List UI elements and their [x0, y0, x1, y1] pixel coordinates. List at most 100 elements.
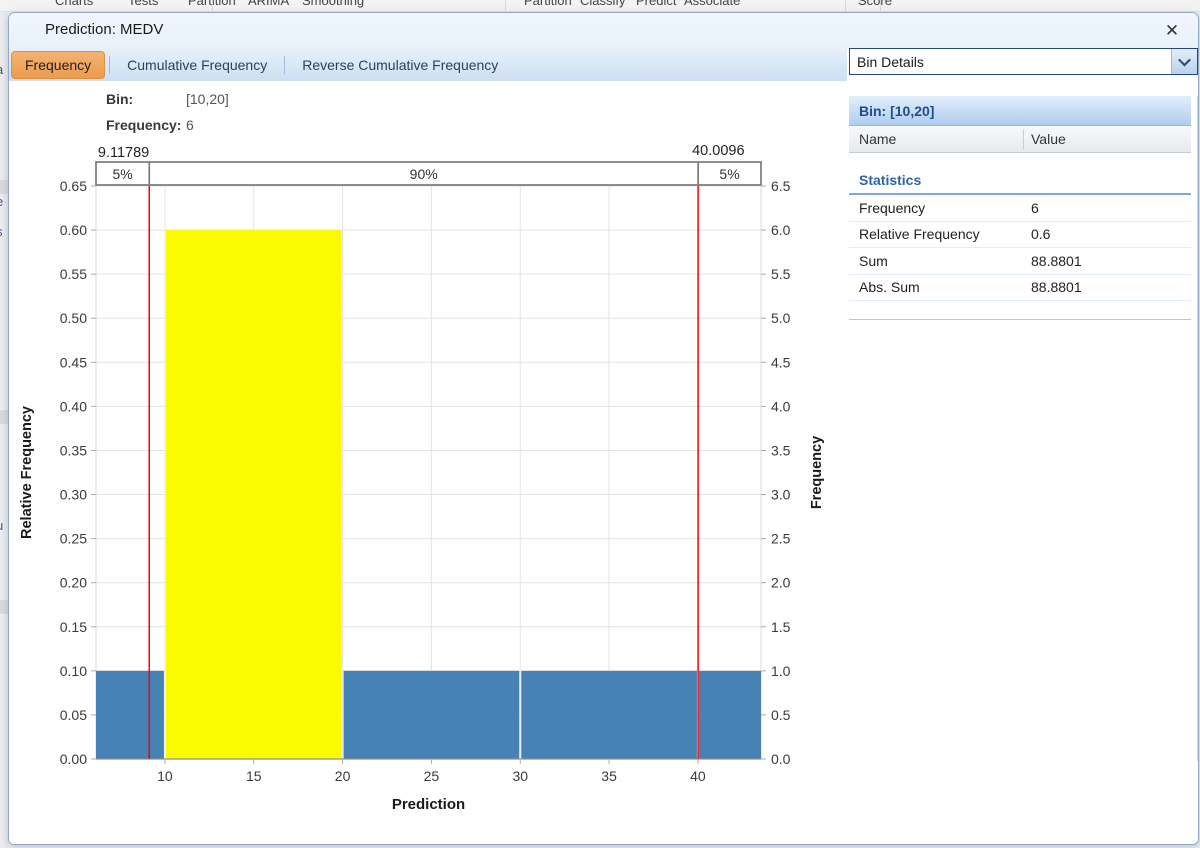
stat-name: Abs. Sum — [849, 279, 1023, 295]
ribbon-label-fragment: Associate — [684, 0, 740, 8]
chart-area: Bin:[10,20] Frequency:6 5%90%5%9.1178940… — [9, 81, 847, 845]
svg-text:0.45: 0.45 — [60, 354, 87, 370]
ribbon-label-fragment: Predict — [636, 0, 676, 8]
percentile-band-segment: 5% — [719, 166, 739, 182]
tab-divider — [109, 56, 110, 74]
tab-frequency[interactable]: Frequency — [11, 51, 105, 79]
svg-text:20: 20 — [335, 768, 351, 784]
svg-text:4.0: 4.0 — [771, 398, 791, 414]
histogram-bar-0-10[interactable] — [96, 671, 164, 759]
bin-details-panel: Bin Details Bin: [10,20] Name Value Stat… — [849, 48, 1199, 828]
svg-text:5.0: 5.0 — [771, 310, 791, 326]
svg-text:0.00: 0.00 — [60, 751, 87, 767]
svg-text:0.40: 0.40 — [60, 398, 87, 414]
ribbon-divider — [212, 0, 213, 12]
right-axis-title: Frequency — [809, 436, 825, 509]
panel-right-edge — [1197, 96, 1198, 761]
panel-mode-dropdown[interactable]: Bin Details — [849, 48, 1198, 75]
column-divider — [1023, 129, 1024, 150]
dialog-title: Prediction: MEDV — [45, 21, 163, 38]
percentile-upper-value: 40.0096 — [692, 143, 744, 159]
ribbon-label-fragment: Partition — [524, 0, 572, 8]
taskpane-text-fragment: u — [0, 518, 3, 533]
svg-text:3.0: 3.0 — [771, 487, 791, 503]
svg-text:0.30: 0.30 — [60, 487, 87, 503]
ribbon-label-fragment: Tests — [128, 0, 158, 8]
dialog-titlebar: Prediction: MEDV ✕ — [9, 13, 1198, 49]
percentile-band-segment: 90% — [410, 166, 438, 182]
ribbon-divider — [505, 0, 506, 12]
table-row: Sum 88.8801 — [849, 248, 1191, 275]
taskpane-text-fragment: e — [0, 194, 3, 209]
column-name: Name — [849, 131, 1023, 147]
stat-value: 88.8801 — [1023, 253, 1082, 269]
histogram-bar-20-30[interactable] — [344, 671, 520, 759]
panel-mode-value: Bin Details — [850, 54, 1171, 70]
ribbon-label-fragment: Smoothing — [302, 0, 364, 8]
svg-text:2.5: 2.5 — [771, 531, 791, 547]
ribbon-label-fragment: Charts — [55, 0, 93, 8]
stat-value: 0.6 — [1023, 226, 1050, 242]
taskpane-band-fragment — [0, 410, 8, 424]
stat-value: 6 — [1023, 200, 1039, 216]
bin-details-table: Bin: [10,20] Name Value Statistics Frequ… — [849, 96, 1191, 320]
tab-cumulative-frequency[interactable]: Cumulative Frequency — [114, 52, 280, 78]
ribbon-divider — [880, 0, 881, 12]
taskpane-band-fragment — [0, 600, 8, 614]
svg-text:10: 10 — [157, 768, 173, 784]
taskpane-band-fragment — [0, 180, 8, 194]
ribbon-label-fragment: Classify — [580, 0, 626, 8]
svg-text:30: 30 — [512, 768, 528, 784]
svg-text:0.50: 0.50 — [60, 310, 87, 326]
svg-text:35: 35 — [601, 768, 617, 784]
prediction-dialog: Prediction: MEDV ✕ Frequency Cumulative … — [8, 12, 1199, 845]
table-spacer — [849, 153, 1191, 166]
background-taskpane: faesut — [0, 12, 8, 848]
svg-text:0.05: 0.05 — [60, 707, 87, 723]
table-tail — [849, 301, 1191, 320]
column-value: Value — [1023, 131, 1066, 147]
table-row: Relative Frequency 0.6 — [849, 222, 1191, 249]
x-axis-title: Prediction — [392, 796, 465, 813]
svg-text:3.5: 3.5 — [771, 442, 791, 458]
svg-text:1.0: 1.0 — [771, 663, 791, 679]
tab-divider — [284, 56, 285, 74]
frequency-histogram: 5% 90% 5% 9.11789 40.0096 0.00 0.0 0.05 0.5 0.10 1… — [9, 81, 847, 845]
histogram-bar-40-50[interactable] — [699, 671, 761, 759]
ribbon-label-fragment: ARIMA — [248, 0, 289, 8]
close-icon[interactable]: ✕ — [1160, 19, 1184, 43]
svg-text:0.5: 0.5 — [771, 707, 791, 723]
chevron-down-icon — [1178, 54, 1191, 67]
svg-text:0.25: 0.25 — [60, 531, 87, 547]
table-row: Abs. Sum 88.8801 — [849, 275, 1191, 302]
svg-text:5.5: 5.5 — [771, 266, 791, 282]
stat-name: Frequency — [849, 200, 1023, 216]
stat-name: Relative Frequency — [849, 226, 1023, 242]
percentile-band-segment: 5% — [113, 166, 133, 182]
taskpane-text-fragment: s — [0, 224, 3, 239]
bin-details-header-text: Bin: [10,20] — [849, 103, 934, 119]
svg-text:4.5: 4.5 — [771, 354, 791, 370]
tab-reverse-cumulative-frequency[interactable]: Reverse Cumulative Frequency — [289, 52, 511, 78]
svg-text:0.20: 0.20 — [60, 575, 87, 591]
histogram-bar-10-20[interactable] — [166, 230, 342, 759]
dropdown-button[interactable] — [1171, 49, 1197, 74]
percentile-lower-value: 9.11789 — [98, 145, 149, 161]
svg-text:0.65: 0.65 — [60, 178, 87, 194]
svg-text:25: 25 — [424, 768, 440, 784]
ribbon-divider — [845, 0, 846, 12]
svg-text:0.35: 0.35 — [60, 442, 87, 458]
svg-text:0.0: 0.0 — [771, 751, 791, 767]
taskpane-text-fragment: a — [0, 62, 3, 77]
ribbon-label-fragment: Score — [858, 0, 892, 8]
table-column-header: Name Value — [849, 126, 1191, 153]
histogram-bar-30-40[interactable] — [521, 671, 697, 759]
svg-text:6.0: 6.0 — [771, 222, 791, 238]
bin-details-header: Bin: [10,20] — [849, 96, 1191, 126]
svg-text:2.0: 2.0 — [771, 575, 791, 591]
background-ribbon: ChartsTestsPartitionARIMASmoothingPartit… — [0, 0, 1200, 12]
svg-text:1.5: 1.5 — [771, 619, 791, 635]
svg-text:6.5: 6.5 — [771, 178, 791, 194]
chart-tabstrip: Frequency Cumulative Frequency Reverse C… — [9, 49, 847, 81]
svg-text:0.10: 0.10 — [60, 663, 87, 679]
